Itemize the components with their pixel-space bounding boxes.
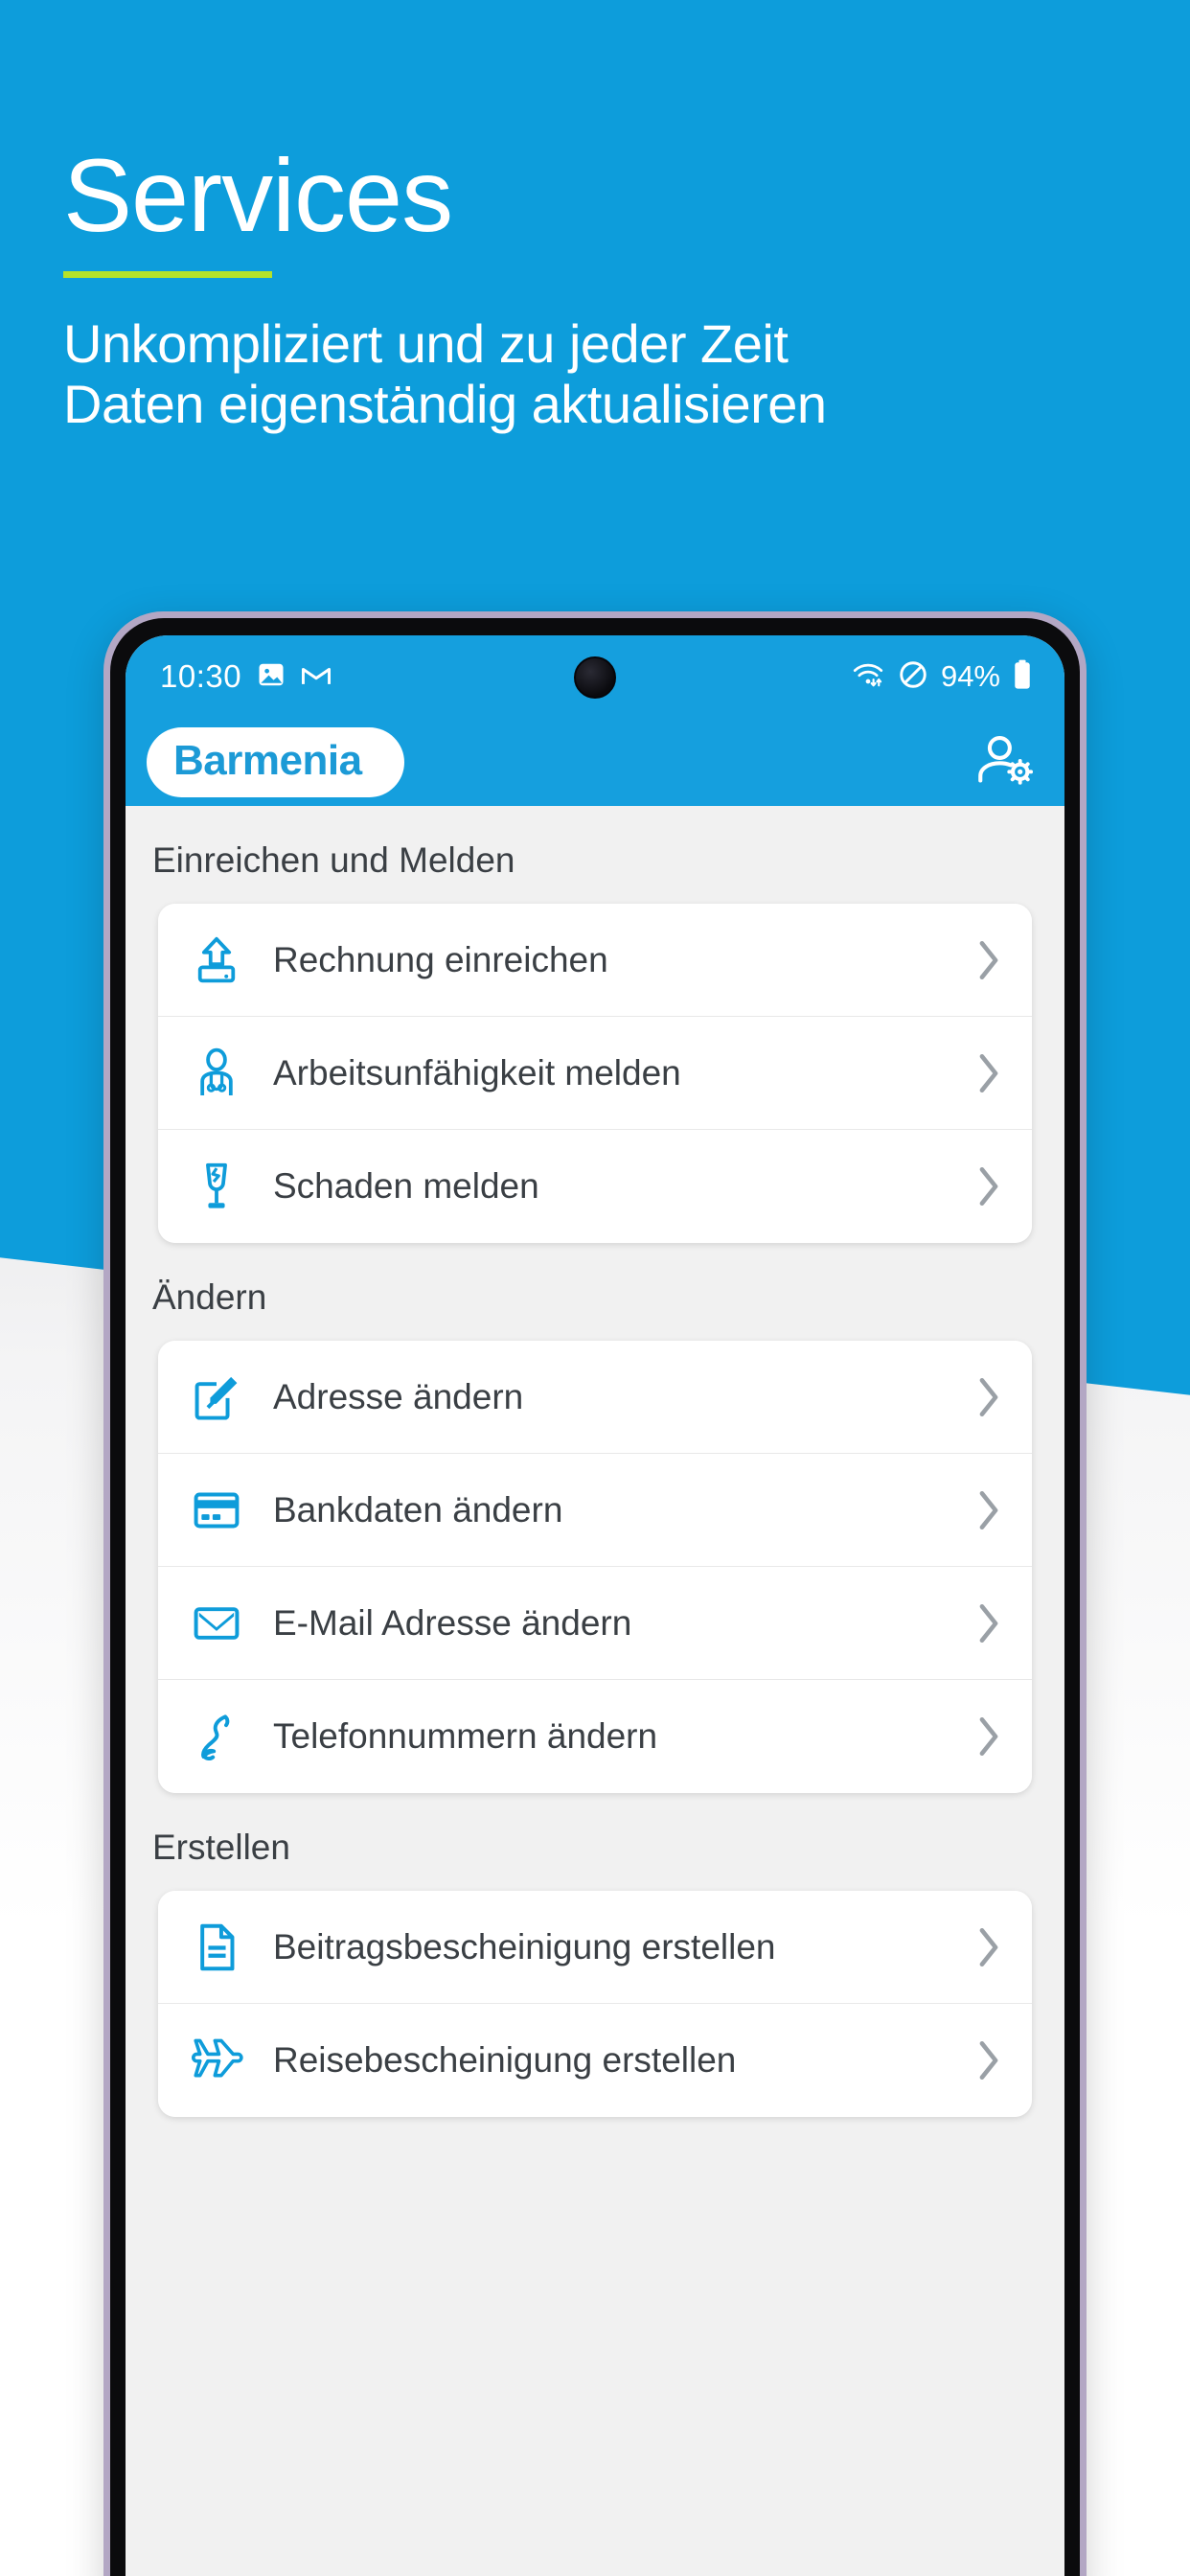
section-card-erstellen: Beitragsbescheinigung erstellen Reisebes… bbox=[158, 1891, 1032, 2117]
list-item-reisebescheinigung-erstellen[interactable]: Reisebescheinigung erstellen bbox=[158, 2004, 1032, 2117]
barmenia-logo: Barmenia bbox=[147, 726, 404, 797]
status-bar: 10:30 94% bbox=[126, 635, 1064, 718]
chevron-right-icon bbox=[973, 1164, 1005, 1208]
chevron-right-icon bbox=[973, 2038, 1005, 2082]
phone-icon bbox=[187, 1707, 246, 1766]
list-item-label: Arbeitsunfähigkeit melden bbox=[273, 1052, 681, 1092]
chevron-right-icon bbox=[973, 1714, 1005, 1759]
list-item-label: Rechnung einreichen bbox=[273, 939, 608, 979]
list-item-rechnung-einreichen[interactable]: Rechnung einreichen bbox=[158, 904, 1032, 1017]
chevron-right-icon bbox=[973, 1601, 1005, 1645]
status-bar-right: 94% bbox=[851, 659, 1032, 695]
app-bar: Barmenia bbox=[126, 718, 1064, 806]
status-clock: 10:30 bbox=[160, 658, 242, 694]
credit-card-icon bbox=[187, 1481, 246, 1540]
envelope-icon bbox=[187, 1594, 246, 1653]
list-item-label: Adresse ändern bbox=[273, 1376, 524, 1416]
list-item-beitragsbescheinigung-erstellen[interactable]: Beitragsbescheinigung erstellen bbox=[158, 1891, 1032, 2004]
upload-document-icon bbox=[187, 931, 246, 990]
battery-percent-label: 94% bbox=[940, 659, 1000, 693]
phone-bezel: 10:30 94% Barmenia Einreichen und Melden… bbox=[110, 618, 1080, 2576]
list-item-label: Beitragsbescheinigung erstellen bbox=[273, 1926, 776, 1966]
list-item-label: Schaden melden bbox=[273, 1166, 539, 1206]
wifi-icon bbox=[851, 660, 885, 694]
document-icon bbox=[187, 1918, 246, 1977]
list-item-arbeitsunfaehigkeit-melden[interactable]: Arbeitsunfähigkeit melden bbox=[158, 1017, 1032, 1130]
broken-glass-icon bbox=[187, 1157, 246, 1216]
do-not-disturb-icon bbox=[898, 659, 928, 695]
list-item-bankdaten-aendern[interactable]: Bankdaten ändern bbox=[158, 1454, 1032, 1567]
list-item-schaden-melden[interactable]: Schaden melden bbox=[158, 1130, 1032, 1243]
phone-mockup: 10:30 94% Barmenia Einreichen und Melden… bbox=[103, 611, 1087, 2576]
list-item-label: Bankdaten ändern bbox=[273, 1489, 563, 1530]
chevron-right-icon bbox=[973, 1488, 1005, 1532]
chevron-right-icon bbox=[973, 1051, 1005, 1095]
front-camera-punch-hole bbox=[574, 656, 616, 699]
promo-subtitle: Unkompliziert und zu jeder Zeit Daten ei… bbox=[63, 313, 1127, 434]
person-gear-icon bbox=[974, 733, 1036, 792]
list-item-label: Reisebescheinigung erstellen bbox=[273, 2040, 737, 2080]
list-item-adresse-aendern[interactable]: Adresse ändern bbox=[158, 1341, 1032, 1454]
section-header-einreichen: Einreichen und Melden bbox=[152, 840, 515, 880]
services-list[interactable]: Einreichen und Melden Rechnung einreiche… bbox=[126, 806, 1064, 2576]
promo-copy-block: Services Unkompliziert und zu jeder Zeit… bbox=[63, 144, 1127, 434]
list-item-label: Telefonnummern ändern bbox=[273, 1716, 658, 1756]
chevron-right-icon bbox=[973, 1925, 1005, 1969]
airplane-icon bbox=[187, 2031, 246, 2090]
status-bar-left: 10:30 bbox=[160, 658, 332, 695]
barmenia-logo-text: Barmenia bbox=[173, 736, 362, 784]
title-accent-rule bbox=[63, 271, 272, 278]
promo-subtitle-line-1: Unkompliziert und zu jeder Zeit bbox=[63, 313, 789, 374]
account-settings-button[interactable] bbox=[974, 733, 1036, 792]
gmail-icon bbox=[301, 662, 332, 692]
photo-icon bbox=[257, 660, 286, 694]
doctor-icon bbox=[187, 1044, 246, 1103]
section-header-erstellen: Erstellen bbox=[152, 1828, 290, 1867]
chevron-right-icon bbox=[973, 1375, 1005, 1419]
promo-subtitle-line-2: Daten eigenständig aktualisieren bbox=[63, 373, 827, 434]
section-card-aendern: Adresse ändern Bankdaten ändern E-Mail A… bbox=[158, 1341, 1032, 1793]
battery-icon bbox=[1013, 659, 1032, 695]
phone-screen: 10:30 94% Barmenia Einreichen und Melden… bbox=[126, 635, 1064, 2576]
list-item-email-adresse-aendern[interactable]: E-Mail Adresse ändern bbox=[158, 1567, 1032, 1680]
page-title: Services bbox=[63, 137, 453, 253]
list-item-telefonnummern-aendern[interactable]: Telefonnummern ändern bbox=[158, 1680, 1032, 1793]
chevron-right-icon bbox=[973, 938, 1005, 982]
section-header-aendern: Ändern bbox=[152, 1277, 267, 1317]
section-card-einreichen: Rechnung einreichen Arbeitsunfähigkeit m… bbox=[158, 904, 1032, 1243]
edit-pencil-icon bbox=[187, 1368, 246, 1427]
list-item-label: E-Mail Adresse ändern bbox=[273, 1602, 632, 1643]
